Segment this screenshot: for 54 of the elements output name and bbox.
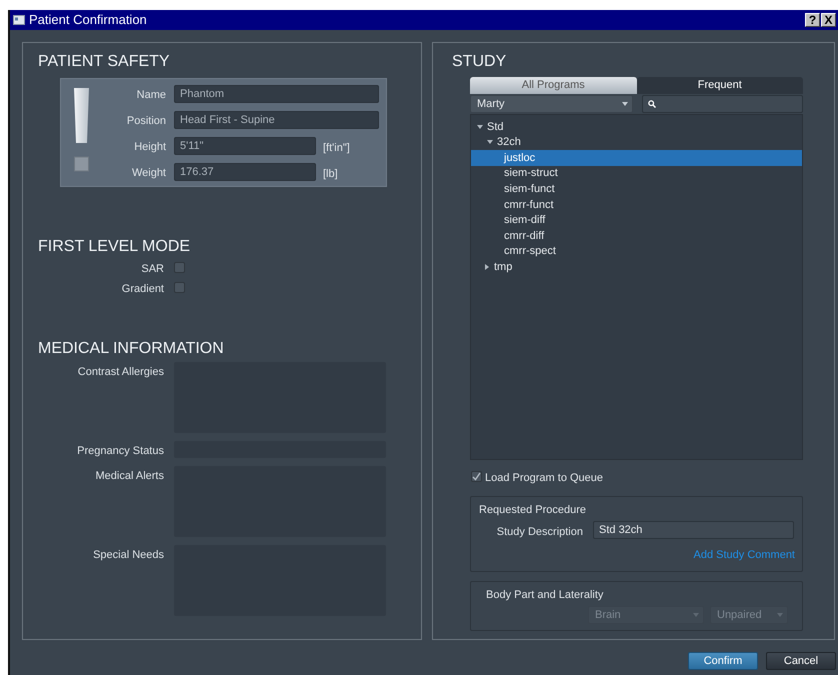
text-field[interactable]: Head First - Supine (174, 111, 379, 129)
field-label: Weight (132, 166, 166, 181)
text-field[interactable]: Std 32ch (593, 521, 794, 539)
program-dropdown[interactable]: Marty (470, 95, 633, 113)
field-label: Medical Alerts (96, 469, 164, 484)
confirm-button[interactable]: Confirm (688, 652, 758, 670)
help-button[interactable]: ? (805, 13, 820, 27)
tree-item[interactable]: justloc (471, 150, 802, 166)
text-field[interactable]: Phantom (174, 85, 379, 103)
field-label: Height (134, 140, 166, 155)
text-field[interactable]: 176.37 (174, 163, 316, 181)
expanded-arrow-icon[interactable] (477, 124, 483, 130)
checkbox-label: Load Program to Queue (485, 471, 604, 486)
tree-item[interactable]: tmp (471, 259, 802, 275)
field-label: Position (126, 114, 166, 129)
tree-item[interactable]: siem-funct (471, 181, 802, 197)
cancel-button[interactable]: Cancel (766, 652, 836, 670)
unit-label: [ft'in"] (323, 141, 350, 156)
expanded-arrow-icon[interactable] (487, 139, 493, 146)
collapsed-arrow-icon[interactable] (484, 264, 490, 270)
group-title: Requested Procedure (479, 503, 586, 518)
section-heading: STUDY (452, 52, 506, 72)
tree-item[interactable]: cmrr-spect (471, 244, 802, 260)
tree-item[interactable]: cmrr-diff (471, 228, 802, 244)
field-label: Special Needs (93, 548, 164, 563)
search-field[interactable] (642, 95, 803, 113)
section-heading: PATIENT SAFETY (38, 52, 170, 72)
search-icon (648, 100, 656, 108)
tree-item[interactable]: siem-diff (471, 212, 802, 228)
field-label: Contrast Allergies (78, 365, 164, 380)
exclamation-icon (73, 87, 90, 173)
unit-label: [lb] (323, 167, 338, 182)
checkbox[interactable] (174, 282, 185, 293)
tab[interactable]: Frequent (636, 77, 803, 94)
tree-item[interactable]: siem-struct (471, 166, 802, 182)
window-title: Patient Confirmation (29, 11, 148, 30)
checkbox[interactable] (471, 471, 482, 482)
window-icon (13, 15, 25, 25)
close-button[interactable]: X (821, 13, 836, 27)
section-heading: MEDICAL INFORMATION (38, 339, 224, 359)
text-field[interactable]: 5'11" (174, 137, 316, 155)
checkbox-label: SAR (141, 262, 164, 277)
field-label: Name (136, 88, 166, 103)
tree-item[interactable]: cmrr-funct (471, 196, 802, 213)
section-heading: FIRST LEVEL MODE (38, 237, 190, 257)
caret-icon (622, 102, 628, 106)
checkbox[interactable] (174, 262, 185, 273)
field-label: Study Description (496, 525, 583, 540)
group-title: Body Part and Laterality (486, 588, 604, 603)
tree-item[interactable]: 32ch (471, 134, 802, 150)
tab[interactable]: All Programs (470, 77, 636, 94)
checkbox-label: Gradient (122, 282, 164, 297)
field-label: Pregnancy Status (77, 444, 164, 459)
tree-item[interactable]: Std (471, 119, 802, 135)
